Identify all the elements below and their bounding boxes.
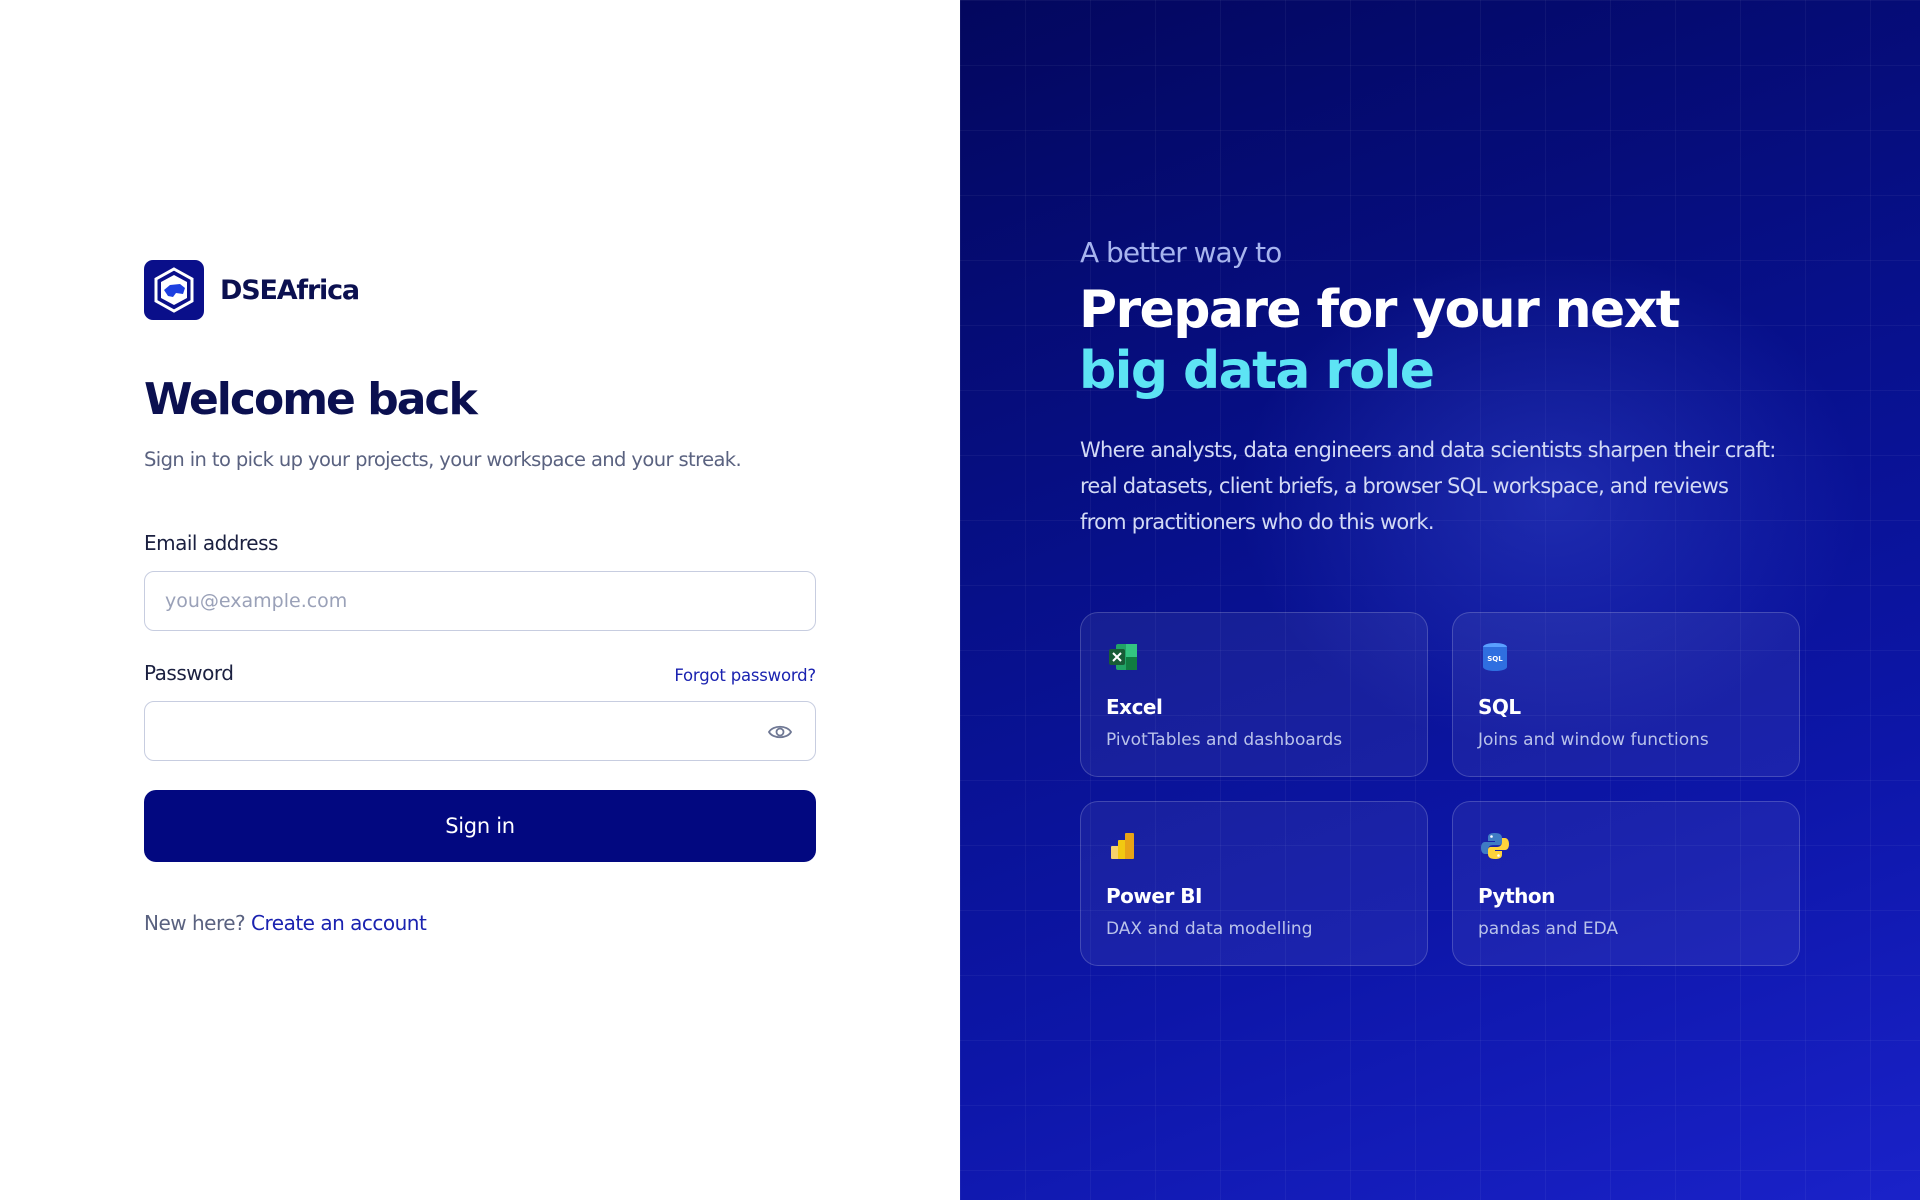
show-password-icon[interactable] — [767, 721, 793, 743]
powerbi-icon — [1111, 833, 1134, 859]
hero-description: Where analysts, data engineers and data … — [1080, 438, 1776, 534]
new-here-text: New here? — [144, 911, 246, 935]
skill-card-powerbi: Power BI DAX and data modelling — [1080, 801, 1428, 966]
hero-title-line2: big data role — [1079, 341, 1435, 401]
brand-logo-icon — [144, 260, 204, 320]
email-label: Email address — [144, 531, 278, 555]
skill-card-excel: Excel PivotTables and dashboards — [1080, 612, 1428, 777]
skill-card-sql: SQL SQL Joins and window functions — [1452, 612, 1800, 777]
hero-kicker: A better way to — [1080, 236, 1282, 269]
card-subtitle: PivotTables and dashboards — [1106, 730, 1343, 750]
card-subtitle: Joins and window functions — [1478, 730, 1709, 750]
card-title: Python — [1478, 884, 1555, 908]
brand: DSEAfrica — [144, 260, 360, 320]
page-subtitle: Sign in to pick up your projects, your w… — [144, 448, 742, 471]
email-field[interactable] — [145, 572, 815, 630]
page-title: Welcome back — [144, 374, 478, 425]
card-title: SQL — [1478, 695, 1521, 719]
password-label: Password — [144, 661, 234, 685]
create-account-link[interactable]: Create an account — [251, 911, 427, 935]
card-subtitle: pandas and EDA — [1478, 919, 1619, 939]
excel-icon — [1109, 644, 1137, 670]
marketing-panel: A better way to Prepare for your next bi… — [960, 0, 1920, 1200]
forgot-password-link[interactable]: Forgot password? — [674, 666, 816, 685]
python-icon — [1481, 833, 1509, 859]
signup-prompt: New here? Create an account — [144, 911, 427, 935]
svg-text:SQL: SQL — [1487, 655, 1503, 663]
hero-title-line1: Prepare for your next — [1079, 280, 1681, 340]
sign-in-button[interactable]: Sign in — [144, 790, 816, 862]
card-title: Excel — [1106, 695, 1163, 719]
login-panel: DSEAfrica Welcome back Sign in to pick u… — [0, 0, 960, 1200]
sql-icon: SQL — [1483, 643, 1507, 671]
card-title: Power BI — [1106, 884, 1202, 908]
card-subtitle: DAX and data modelling — [1106, 919, 1313, 939]
brand-name: DSEAfrica — [220, 274, 360, 306]
password-field-container — [144, 701, 816, 761]
skill-card-python: Python pandas and EDA — [1452, 801, 1800, 966]
email-field-container — [144, 571, 816, 631]
password-field[interactable] — [145, 702, 815, 760]
